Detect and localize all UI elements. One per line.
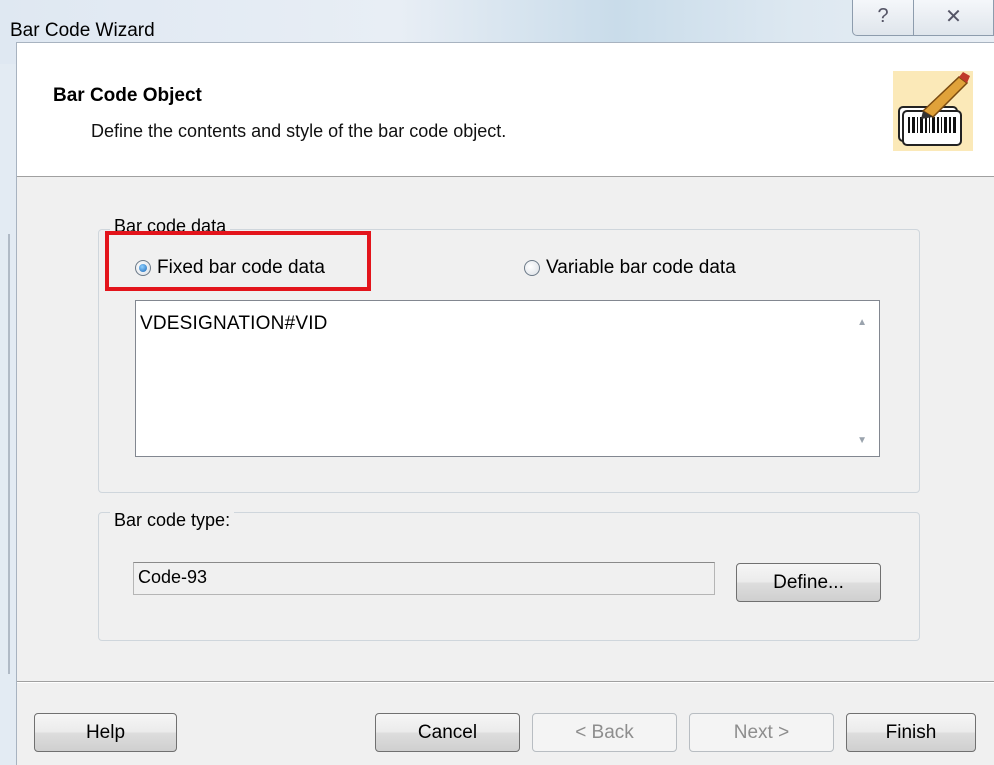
cancel-button[interactable]: Cancel	[375, 713, 520, 752]
help-button[interactable]: Help	[34, 713, 177, 752]
next-button[interactable]: Next >	[689, 713, 834, 752]
wizard-header: Bar Code Object Define the contents and …	[17, 43, 994, 177]
finish-button[interactable]: Finish	[846, 713, 976, 752]
scroll-up-icon[interactable]: ▲	[857, 317, 867, 328]
help-title-button[interactable]: ?	[852, 0, 914, 36]
variable-bar-code-radio[interactable]: Variable bar code data	[524, 257, 736, 279]
page-subtitle: Define the contents and style of the bar…	[91, 121, 507, 141]
highlight-box	[105, 231, 371, 291]
radio-unchecked-icon	[524, 260, 540, 276]
define-button[interactable]: Define...	[736, 563, 881, 602]
bar-code-type-label: Bar code type:	[110, 510, 235, 531]
bar-code-data-value: VDESIGNATION#VID	[140, 313, 328, 334]
window-left-edge	[0, 64, 16, 765]
bar-code-type-value: Code-93	[138, 567, 208, 587]
page-title: Bar Code Object	[53, 85, 202, 106]
bar-code-data-input[interactable]: VDESIGNATION#VID ▲ ▼	[135, 300, 880, 457]
close-icon: ✕	[945, 6, 962, 28]
help-icon: ?	[877, 5, 889, 27]
barcode-wizard-icon	[893, 71, 973, 151]
scroll-down-icon[interactable]: ▼	[857, 435, 867, 446]
footer-separator	[17, 681, 994, 683]
bar-code-type-field: Code-93	[133, 562, 715, 595]
variable-bar-code-label: Variable bar code data	[546, 257, 736, 278]
window-title: Bar Code Wizard	[10, 20, 155, 41]
back-button[interactable]: < Back	[532, 713, 677, 752]
close-title-button[interactable]: ✕	[913, 0, 994, 36]
